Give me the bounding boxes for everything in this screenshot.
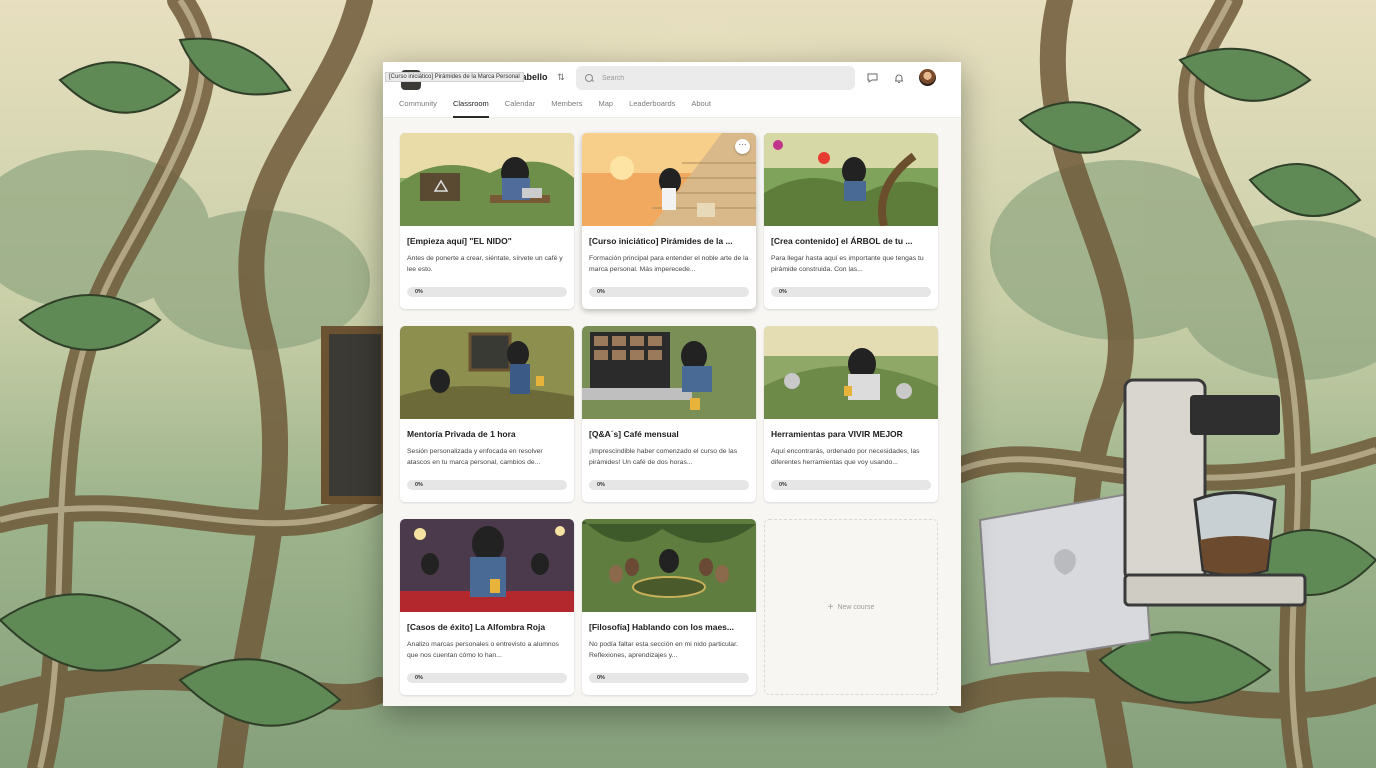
search-bar[interactable] — [576, 66, 855, 90]
course-card[interactable]: Mentoría Privada de 1 hora Sesión person… — [400, 326, 574, 502]
nav-tabs: Community Classroom Calendar Members Map… — [399, 98, 711, 118]
more-options-button[interactable]: ··· — [735, 139, 750, 154]
plus-icon: + — [827, 601, 834, 613]
tab-members[interactable]: Members — [551, 98, 582, 118]
course-title: [Crea contenido] el ÁRBOL de tu ... — [771, 236, 913, 246]
course-title: [Curso iniciático] Pirámides de la ... — [589, 236, 733, 246]
new-course-label: New course — [837, 603, 875, 611]
course-thumbnail — [582, 519, 756, 612]
progress-bar: 0% — [407, 673, 567, 683]
progress-bar: 0% — [589, 480, 749, 490]
chat-icon[interactable] — [865, 71, 879, 85]
progress-bar: 0% — [771, 480, 931, 490]
progress-bar: 0% — [407, 480, 567, 490]
course-card[interactable]: [Crea contenido] el ÁRBOL de tu ... Para… — [764, 133, 938, 309]
tab-community[interactable]: Community — [399, 98, 437, 118]
tooltip: [Curso iniciático] Pirámides de la Marca… — [385, 72, 524, 82]
course-description: Formación principal para entender el nob… — [589, 255, 749, 273]
course-description: ¡Imprescindible haber comenzado el curso… — [589, 448, 738, 466]
course-description: No podía faltar esta sección en mi nido … — [589, 641, 738, 659]
course-card[interactable]: Herramientas para VIVIR MEJOR Aquí encon… — [764, 326, 938, 502]
progress-label: 0% — [779, 289, 787, 295]
progress-label: 0% — [597, 482, 605, 488]
tab-leaderboards[interactable]: Leaderboards — [629, 98, 675, 118]
search-icon — [585, 73, 594, 83]
course-card[interactable]: [Casos de éxito] La Alfombra Roja Analiz… — [400, 519, 574, 695]
course-thumbnail — [400, 133, 574, 226]
progress-bar: 0% — [589, 287, 749, 297]
tab-calendar[interactable]: Calendar — [505, 98, 535, 118]
course-description: Antes de ponerte a crear, siéntate, sírv… — [407, 255, 563, 273]
new-course-button[interactable]: + New course — [764, 519, 938, 695]
user-avatar[interactable] — [919, 69, 936, 86]
chevron-updown-icon[interactable]: ⇅ — [555, 70, 567, 84]
course-thumbnail: ··· — [582, 133, 756, 226]
course-description: Sesión personalizada y enfocada en resol… — [407, 448, 543, 466]
progress-label: 0% — [415, 675, 423, 681]
course-thumbnail — [582, 326, 756, 419]
progress-label: 0% — [597, 289, 605, 295]
course-description: Aquí encontrarás, ordenado por necesidad… — [771, 448, 920, 466]
progress-label: 0% — [415, 289, 423, 295]
course-card[interactable]: ··· [Curso iniciático] Pirámides de la .… — [582, 133, 756, 309]
course-card[interactable]: [Q&A´s] Café mensual ¡Imprescindible hab… — [582, 326, 756, 502]
course-grid: [Empieza aquí] "EL NIDO" Antes de ponert… — [400, 133, 938, 695]
app-window: [Curso iniciático] Pirámides de la Marca… — [383, 62, 961, 706]
tab-classroom[interactable]: Classroom — [452, 98, 489, 118]
tab-map[interactable]: Map — [598, 98, 613, 118]
search-input[interactable] — [602, 74, 842, 82]
progress-label: 0% — [779, 482, 787, 488]
bell-icon[interactable] — [892, 71, 906, 85]
course-title: Mentoría Privada de 1 hora — [407, 429, 516, 439]
course-description: Para llegar hasta aquí es importante que… — [771, 255, 924, 273]
progress-bar: 0% — [771, 287, 931, 297]
course-thumbnail — [400, 519, 574, 612]
course-thumbnail — [764, 133, 938, 226]
course-title: [Filosofía] Hablando con los maes... — [589, 622, 734, 632]
course-card[interactable]: [Empieza aquí] "EL NIDO" Antes de ponert… — [400, 133, 574, 309]
top-bar: [Curso iniciático] Pirámides de la Marca… — [383, 62, 961, 118]
course-title: Herramientas para VIVIR MEJOR — [771, 429, 903, 439]
course-card[interactable]: [Filosofía] Hablando con los maes... No … — [582, 519, 756, 695]
progress-bar: 0% — [407, 287, 567, 297]
course-thumbnail — [764, 326, 938, 419]
course-thumbnail — [400, 326, 574, 419]
course-title: [Casos de éxito] La Alfombra Roja — [407, 622, 546, 632]
course-description: Analizo marcas personales o entrevisto a… — [407, 641, 559, 659]
course-title: [Q&A´s] Café mensual — [589, 429, 679, 439]
course-title: [Empieza aquí] "EL NIDO" — [407, 236, 512, 246]
progress-bar: 0% — [589, 673, 749, 683]
tab-about[interactable]: About — [691, 98, 711, 118]
progress-label: 0% — [415, 482, 423, 488]
progress-label: 0% — [597, 675, 605, 681]
